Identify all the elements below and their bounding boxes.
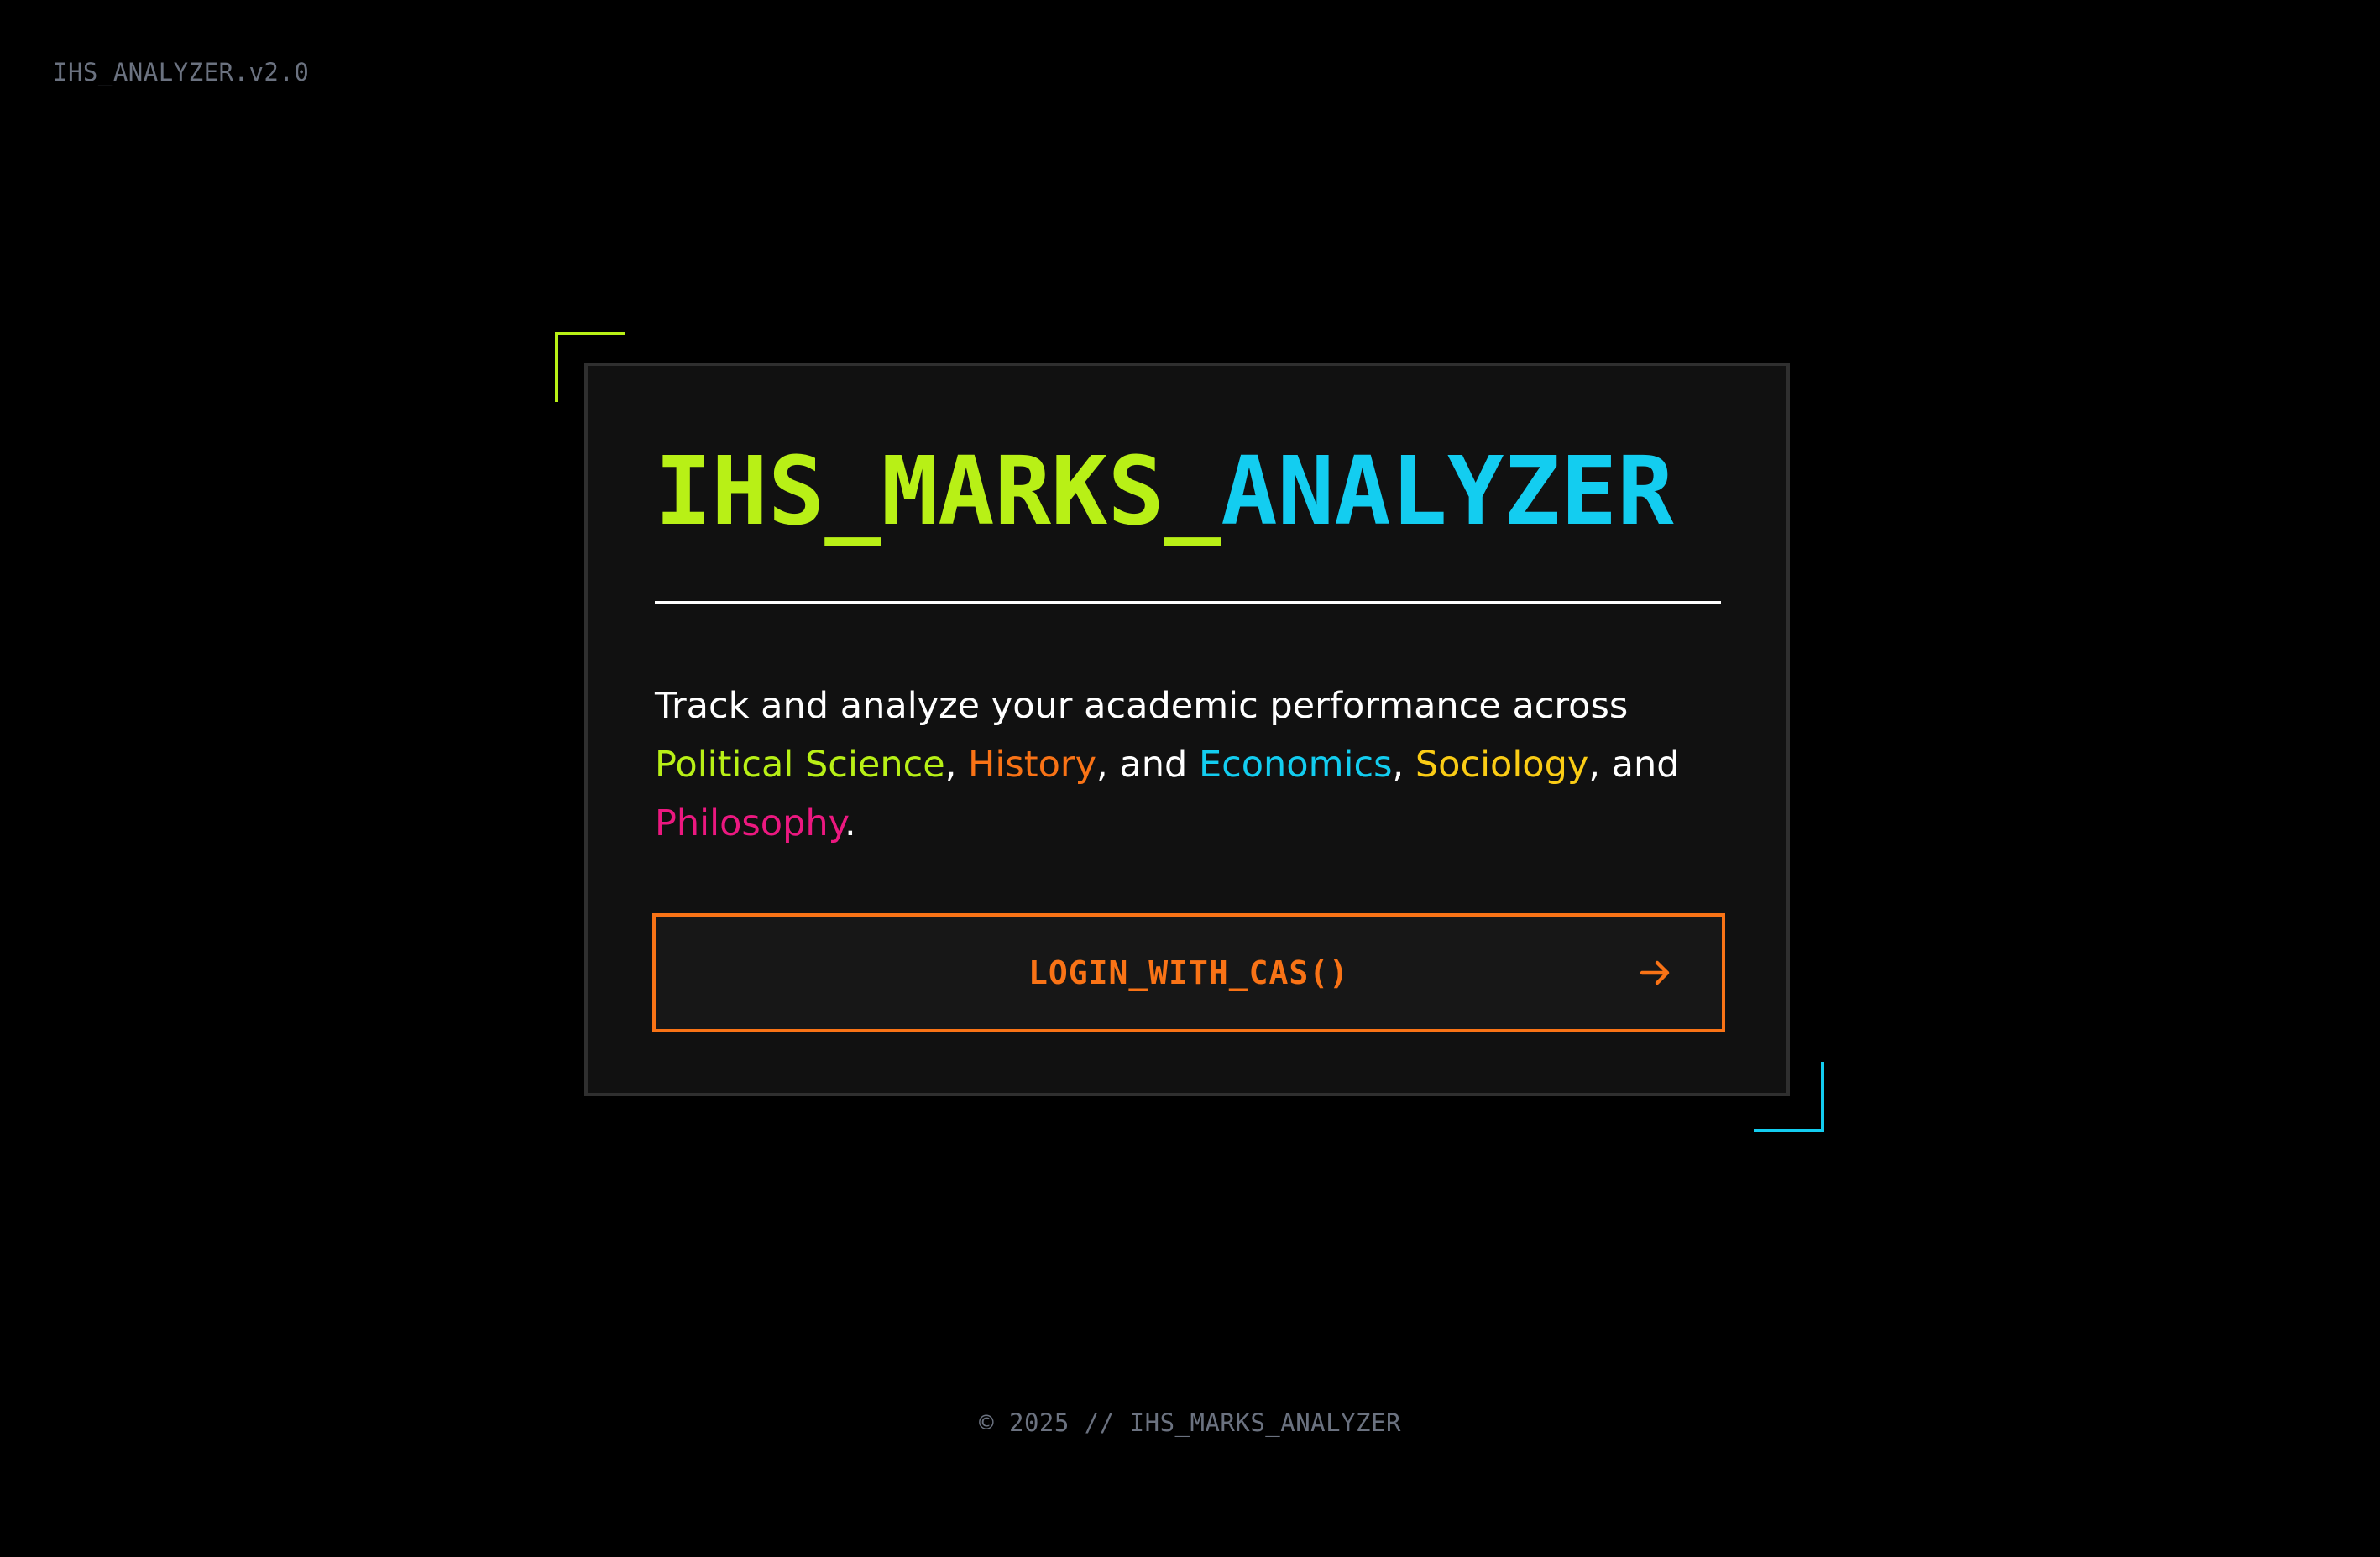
title-part-analyzer: ANALYZER <box>1221 437 1674 546</box>
description: Track and analyze your academic performa… <box>655 677 1738 853</box>
subject-history: History <box>968 744 1097 786</box>
login-with-cas-button[interactable]: LOGIN_WITH_CAS() <box>652 913 1725 1032</box>
login-button-label: LOGIN_WITH_CAS() <box>1028 954 1350 991</box>
page-title: IHS_MARKS_ANALYZER <box>655 433 1674 551</box>
description-separator: , <box>944 744 969 786</box>
subject-sociology: Sociology <box>1415 744 1589 786</box>
title-divider <box>655 601 1721 604</box>
subject-philosophy: Philosophy <box>655 802 845 844</box>
arrow-right-icon <box>1640 960 1670 985</box>
subject-political-science: Political Science <box>655 744 945 786</box>
description-separator: , <box>1392 744 1415 786</box>
title-part-brand: IHS_MARKS_ <box>655 437 1221 546</box>
subject-economics: Economics <box>1198 744 1393 786</box>
login-card: IHS_MARKS_ANALYZER Track and analyze you… <box>584 363 1790 1096</box>
description-end: . <box>844 802 856 844</box>
description-intro: Track and analyze your academic performa… <box>655 685 1629 727</box>
description-separator: , and <box>1096 744 1199 786</box>
footer-copyright: © 2025 // IHS_MARKS_ANALYZER <box>979 1408 1401 1437</box>
description-separator: , and <box>1588 744 1680 786</box>
corner-bracket-bottom-right <box>1754 1062 1824 1132</box>
version-tag: IHS_ANALYZER.v2.0 <box>53 58 310 86</box>
